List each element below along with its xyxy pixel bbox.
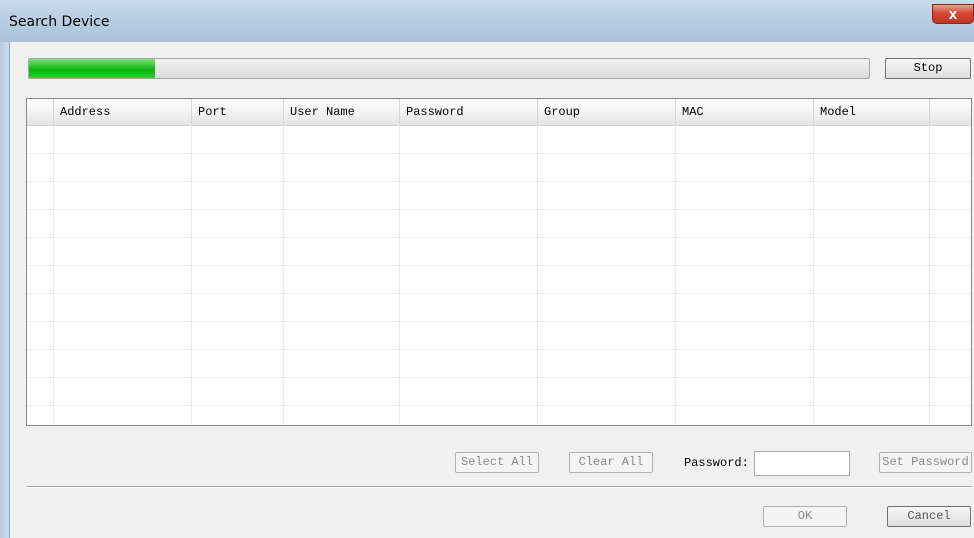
select-all-button[interactable]: Select All <box>455 452 539 473</box>
stop-button[interactable]: Stop <box>885 58 971 79</box>
clear-all-button[interactable]: Clear All <box>569 452 653 473</box>
row-gridline <box>27 209 971 210</box>
column-gridline <box>399 125 400 425</box>
column-header-extra[interactable] <box>930 99 971 125</box>
row-gridline <box>27 181 971 182</box>
search-progress-bar <box>28 58 870 79</box>
row-gridline <box>27 293 971 294</box>
search-device-dialog: Search Device x Stop Address Port User N… <box>0 0 974 538</box>
row-gridline <box>27 349 971 350</box>
column-header-port[interactable]: Port <box>192 99 284 125</box>
column-header-group[interactable]: Group <box>538 99 676 125</box>
window-frame-left <box>0 42 9 538</box>
footer-divider <box>27 486 972 488</box>
password-label: Password: <box>684 456 749 470</box>
title-bar[interactable]: Search Device x <box>0 0 974 42</box>
search-progress-fill <box>29 59 155 78</box>
row-gridline <box>27 265 971 266</box>
row-gridline <box>27 153 971 154</box>
column-gridline <box>675 125 676 425</box>
row-gridline <box>27 405 971 406</box>
column-header-select[interactable] <box>27 99 54 125</box>
column-gridline <box>929 125 930 425</box>
password-input[interactable] <box>754 451 850 476</box>
column-gridline <box>283 125 284 425</box>
window-title: Search Device <box>9 14 110 30</box>
row-gridline <box>27 237 971 238</box>
column-header-user-name[interactable]: User Name <box>284 99 400 125</box>
column-gridline <box>191 125 192 425</box>
cancel-button[interactable]: Cancel <box>887 506 971 527</box>
column-gridline <box>813 125 814 425</box>
close-icon: x <box>948 6 958 23</box>
device-table[interactable]: Address Port User Name Password Group MA… <box>26 98 972 426</box>
row-gridline <box>27 377 971 378</box>
column-gridline <box>53 125 54 425</box>
set-password-button[interactable]: Set Password <box>879 452 972 473</box>
table-header: Address Port User Name Password Group MA… <box>27 99 971 126</box>
column-header-password[interactable]: Password <box>400 99 538 125</box>
column-header-mac[interactable]: MAC <box>676 99 814 125</box>
column-header-address[interactable]: Address <box>54 99 192 125</box>
row-gridline <box>27 321 971 322</box>
close-button[interactable]: x <box>932 4 974 24</box>
column-header-model[interactable]: Model <box>814 99 930 125</box>
column-gridline <box>537 125 538 425</box>
ok-button[interactable]: OK <box>763 506 847 527</box>
